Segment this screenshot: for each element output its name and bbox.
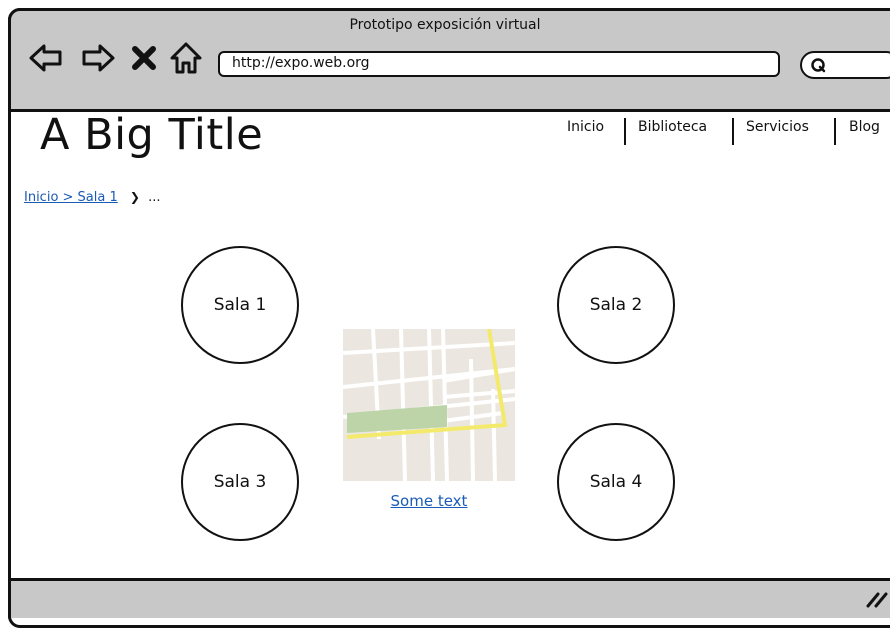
content-border [8, 112, 11, 580]
resize-grip-icon[interactable] [862, 588, 888, 608]
search-icon [811, 58, 826, 73]
close-icon[interactable] [130, 40, 158, 76]
page-title: A Big Title [40, 110, 264, 160]
room-sala-3[interactable]: Sala 3 [181, 423, 299, 541]
map-image[interactable] [343, 329, 515, 481]
forward-arrow-icon[interactable] [80, 40, 116, 76]
search-field[interactable] [800, 51, 890, 79]
back-arrow-icon[interactable] [28, 40, 64, 76]
nav-separator [624, 118, 626, 145]
nav-link-blog[interactable]: Blog [849, 119, 880, 135]
breadcrumb-link[interactable]: Inicio > Sala 1 [24, 190, 118, 205]
room-sala-2[interactable]: Sala 2 [557, 246, 675, 364]
breadcrumb-rest: ... [148, 190, 161, 205]
status-bar [8, 578, 890, 618]
chevron-right-icon: ❯ [129, 190, 140, 204]
nav-separator [732, 118, 734, 145]
home-icon[interactable] [168, 40, 204, 76]
room-sala-4[interactable]: Sala 4 [557, 423, 675, 541]
map-caption-link[interactable]: Some text [343, 492, 515, 510]
url-field[interactable]: http://expo.web.org [218, 51, 780, 77]
nav-separator [834, 118, 836, 145]
breadcrumb: Inicio > Sala 1 ❯ ... [24, 190, 161, 205]
nav-link-inicio[interactable]: Inicio [567, 119, 604, 135]
window-title: Prototipo exposición virtual [349, 17, 541, 33]
nav-link-biblioteca[interactable]: Biblioteca [638, 119, 707, 135]
nav-link-servicios[interactable]: Servicios [746, 119, 809, 135]
room-sala-1[interactable]: Sala 1 [181, 246, 299, 364]
